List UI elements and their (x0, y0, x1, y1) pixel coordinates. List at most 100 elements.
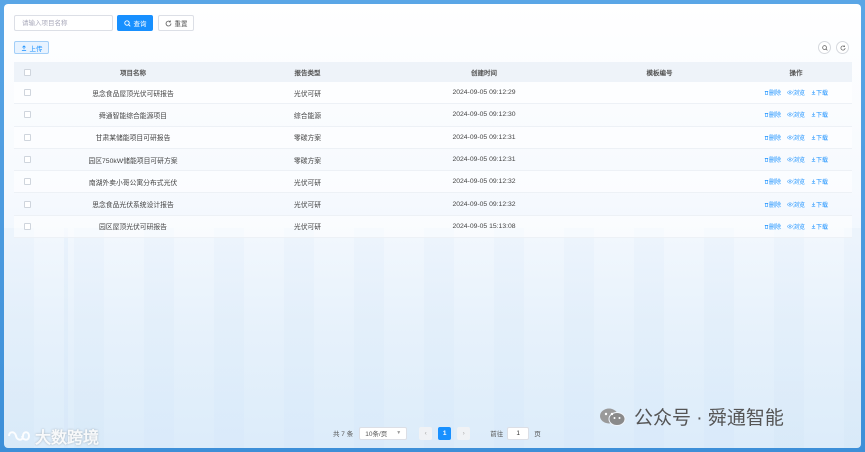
cell-create-time: 2024-09-05 09:12:32 (452, 178, 516, 186)
download-link[interactable]: 下载 (811, 200, 828, 209)
download-link[interactable]: 下载 (811, 222, 828, 231)
select-all-checkbox[interactable] (23, 68, 31, 76)
download-label: 下载 (816, 135, 829, 142)
prev-page-button[interactable]: ‹ (419, 426, 433, 440)
download-label: 下载 (816, 180, 829, 187)
table-row: 思念食品光伏系统设计报告 光伏可研 2024-09-05 09:12:32 删除… (14, 193, 852, 216)
delete-label: 删除 (768, 224, 781, 231)
download-label: 下载 (816, 158, 829, 165)
table-row: 舜通智能综合能源项目 综合能源 2024-09-05 09:12:30 删除 浏… (14, 104, 852, 127)
delete-link[interactable]: 删除 (764, 222, 781, 231)
delete-link[interactable]: 删除 (764, 110, 781, 119)
cell-operations: 删除 浏览 下载 (740, 177, 852, 186)
cell-report-type: 综合能源 (293, 112, 322, 120)
download-link[interactable]: 下载 (811, 133, 828, 142)
upload-icon (21, 44, 26, 51)
header-create-time: 创建时间 (471, 70, 497, 77)
delete-label: 删除 (768, 180, 781, 187)
cell-create-time: 2024-09-05 15:13:08 (452, 222, 516, 230)
page-size-value: 10条/页 (365, 431, 388, 438)
header-project-name: 项目名称 (120, 70, 146, 77)
header-template-number: 模板编号 (646, 70, 673, 77)
table-search-toggle-button[interactable] (818, 41, 831, 54)
delete-label: 删除 (768, 113, 781, 120)
cell-project-name: 舜通智能综合能源项目 (99, 112, 167, 120)
query-button[interactable]: 查询 (117, 15, 153, 31)
browse-link[interactable]: 浏览 (787, 88, 805, 97)
cell-create-time: 2024-09-05 09:12:29 (452, 89, 516, 97)
download-link[interactable]: 下载 (811, 88, 828, 97)
delete-link[interactable]: 删除 (764, 88, 781, 97)
browse-label: 浏览 (792, 113, 805, 120)
reset-button[interactable]: 重置 (158, 15, 194, 31)
row-checkbox[interactable] (23, 178, 31, 186)
cell-operations: 删除 浏览 下载 (740, 133, 852, 142)
browse-link[interactable]: 浏览 (787, 200, 805, 209)
watermark-right-text: 公众号 · 舜通智能 (634, 408, 784, 429)
row-checkbox[interactable] (23, 133, 31, 141)
row-checkbox[interactable] (23, 89, 31, 97)
row-checkbox[interactable] (23, 156, 31, 164)
table-row: 园区750kW储能项目可研方案 零碳方案 2024-09-05 09:12:31… (14, 149, 852, 172)
refresh-icon (840, 44, 845, 50)
table-row: 甘肃某储能项目可研报告 零碳方案 2024-09-05 09:12:31 删除 … (14, 126, 852, 149)
browse-label: 浏览 (792, 158, 805, 165)
row-checkbox[interactable] (23, 111, 31, 119)
table-row: 南湖外卖小哥公寓分布式光伏 光伏可研 2024-09-05 09:12:32 删… (14, 171, 852, 194)
delete-link[interactable]: 删除 (764, 200, 781, 209)
cell-report-type: 零碳方案 (293, 135, 322, 143)
cell-project-name: 思念食品光伏系统设计报告 (92, 202, 174, 210)
row-checkbox[interactable] (23, 222, 31, 230)
download-link[interactable]: 下载 (811, 177, 828, 186)
browse-label: 浏览 (792, 224, 805, 231)
cell-operations: 删除 浏览 下载 (740, 222, 852, 231)
browse-link[interactable]: 浏览 (787, 110, 805, 119)
cell-create-time: 2024-09-05 09:12:32 (452, 200, 516, 208)
table-refresh-button[interactable] (836, 41, 849, 54)
cell-project-name: 园区屋顶光伏可研报告 (99, 224, 167, 232)
upload-button[interactable]: 上传 (14, 41, 49, 54)
chevron-right-icon: › (462, 429, 465, 437)
table-header: 项目名称 报告类型 创建时间 模板编号 操作 (14, 62, 852, 82)
delete-label: 删除 (768, 202, 781, 209)
header-operations: 操作 (789, 70, 803, 77)
browse-link[interactable]: 浏览 (787, 222, 805, 231)
download-link[interactable]: 下载 (811, 155, 828, 164)
row-checkbox[interactable] (23, 200, 31, 208)
reset-button-label: 重置 (174, 21, 188, 28)
goto-page-input[interactable] (507, 426, 530, 440)
cell-project-name: 园区750kW储能项目可研方案 (88, 157, 178, 165)
cell-project-name: 甘肃某储能项目可研报告 (95, 135, 171, 143)
pagination-total: 共 7 条 (333, 431, 354, 438)
watermark-left-text: 大数跨境 (35, 430, 100, 447)
download-link[interactable]: 下载 (811, 110, 828, 119)
download-label: 下载 (816, 91, 829, 98)
cell-operations: 删除 浏览 下载 (740, 155, 852, 164)
delete-label: 删除 (768, 91, 781, 98)
delete-link[interactable]: 删除 (764, 133, 781, 142)
table-body: 思念食品屋顶光伏可研报告 光伏可研 2024-09-05 09:12:29 删除… (14, 82, 852, 239)
goto-label: 前往 (490, 431, 504, 438)
page-button-current[interactable]: 1 (438, 426, 452, 440)
browse-link[interactable]: 浏览 (787, 133, 805, 142)
refresh-icon (165, 20, 171, 26)
download-label: 下载 (816, 113, 829, 120)
cell-create-time: 2024-09-05 09:12:30 (452, 111, 516, 119)
page-size-select[interactable]: 10条/页 ▼ (359, 426, 408, 440)
delete-link[interactable]: 删除 (764, 155, 781, 164)
browse-link[interactable]: 浏览 (787, 155, 805, 164)
cell-report-type: 光伏可研 (293, 90, 322, 98)
pagination: 共 7 条 10条/页 ▼ ‹ 1 › 前往 页 (333, 426, 541, 440)
cell-report-type: 零碳方案 (293, 157, 322, 165)
cell-create-time: 2024-09-05 09:12:31 (452, 156, 516, 164)
cell-operations: 删除 浏览 下载 (740, 88, 852, 97)
cell-report-type: 光伏可研 (293, 202, 322, 210)
next-page-button[interactable]: › (457, 426, 471, 440)
main-panel: 查询 重置 上传 项目名称 报告类型 创建时间 模板编号 操作 思念食品屋顶光伏… (4, 4, 861, 448)
cell-project-name: 南湖外卖小哥公寓分布式光伏 (88, 179, 178, 187)
delete-link[interactable]: 删除 (764, 177, 781, 186)
query-button-label: 查询 (133, 21, 147, 28)
dashuju-logo-icon (8, 431, 31, 441)
project-name-search-input[interactable] (14, 15, 113, 31)
browse-link[interactable]: 浏览 (787, 177, 805, 186)
